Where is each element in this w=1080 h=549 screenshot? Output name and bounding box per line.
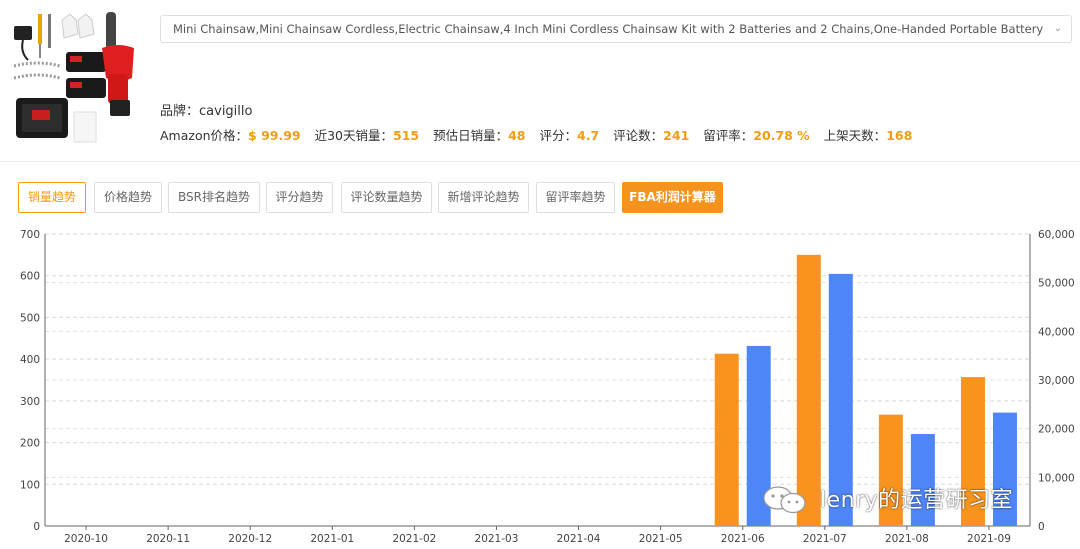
product-image [13, 12, 134, 143]
stats-line: Amazon价格：$ 99.99 近30天销量：515 预估日销量：48 评分：… [160, 125, 922, 144]
stat-value-rating: 4.7 [577, 128, 600, 143]
x-tick-label: 2021-07 [803, 533, 847, 545]
y-left-tick-label: 700 [20, 229, 40, 241]
stat-value-reviews: 241 [663, 128, 690, 143]
stat-value-30day-sales: 515 [393, 128, 420, 143]
stat-label-days-listed: 上架天数： [823, 128, 887, 143]
y-right-tick-label: 50,000 [1038, 278, 1075, 290]
x-tick-label: 2021-06 [721, 533, 765, 545]
x-tick-label: 2021-08 [885, 533, 929, 545]
y-left-tick-label: 500 [20, 312, 40, 324]
y-right-tick-label: 60,000 [1038, 229, 1075, 241]
y-left-tick-label: 400 [20, 354, 40, 366]
x-tick-label: 2021-02 [392, 533, 436, 545]
tab-sales-trend[interactable]: 销量趋势 [18, 182, 86, 213]
x-tick-label: 2021-03 [475, 533, 519, 545]
watermark-text: lenry的运营研习室 [820, 488, 1014, 513]
stat-label-30day-sales: 近30天销量： [314, 128, 394, 143]
product-title-text: Mini Chainsaw,Mini Chainsaw Cordless,Ele… [173, 22, 1043, 36]
y-left-tick-label: 600 [20, 271, 40, 283]
stat-label-review-rate: 留评率： [703, 128, 754, 143]
wechat-icon [763, 486, 806, 514]
y-right-tick-label: 30,000 [1038, 375, 1075, 387]
x-tick-label: 2020-10 [64, 533, 108, 545]
stat-label-daily-sales: 预估日销量： [433, 128, 509, 143]
chevron-down-icon: ⌄ [1053, 23, 1062, 34]
tab-review-count-trend[interactable]: 评论数量趋势 [341, 182, 432, 213]
brand-value: cavigillo [199, 104, 253, 119]
x-tick-label: 2020-11 [146, 533, 190, 545]
y-right-tick-label: 40,000 [1038, 326, 1075, 338]
x-tick-label: 2021-04 [557, 533, 601, 545]
watermark: lenry的运营研习室 [762, 482, 1080, 516]
product-header: Mini Chainsaw,Mini Chainsaw Cordless,Ele… [0, 0, 1080, 162]
tab-review-rate-trend[interactable]: 留评率趋势 [536, 182, 615, 213]
x-tick-label: 2020-12 [228, 533, 272, 545]
brand-line: 品牌：cavigillo [160, 100, 252, 119]
tab-bsr-trend[interactable]: BSR排名趋势 [168, 182, 260, 213]
x-tick-label: 2021-05 [639, 533, 683, 545]
fba-profit-calculator-button[interactable]: FBA利润计算器 [622, 182, 723, 213]
y-left-tick-label: 100 [20, 479, 40, 491]
y-left-tick-label: 0 [33, 521, 40, 533]
stat-value-daily-sales: 48 [508, 128, 526, 143]
y-right-tick-label: 20,000 [1038, 424, 1075, 436]
brand-label: 品牌： [160, 104, 200, 119]
tab-new-review-trend[interactable]: 新增评论趋势 [438, 182, 529, 213]
stat-label-reviews: 评论数： [613, 128, 664, 143]
stat-value-review-rate: 20.78 % [753, 128, 810, 143]
y-right-tick-label: 0 [1038, 521, 1045, 533]
stat-value-price: $ 99.99 [248, 128, 301, 143]
stat-value-days-listed: 168 [886, 128, 913, 143]
x-tick-label: 2021-01 [310, 533, 354, 545]
bar-left-2021-06 [714, 353, 739, 526]
x-tick-label: 2021-09 [967, 533, 1011, 545]
product-title-select[interactable]: Mini Chainsaw,Mini Chainsaw Cordless,Ele… [160, 15, 1072, 43]
tab-price-trend[interactable]: 价格趋势 [94, 182, 162, 213]
stat-label-price: Amazon价格： [160, 128, 249, 143]
y-left-tick-label: 300 [20, 396, 40, 408]
tab-rating-trend[interactable]: 评分趋势 [266, 182, 333, 213]
stat-label-rating: 评分： [539, 128, 578, 143]
y-left-tick-label: 200 [20, 438, 40, 450]
